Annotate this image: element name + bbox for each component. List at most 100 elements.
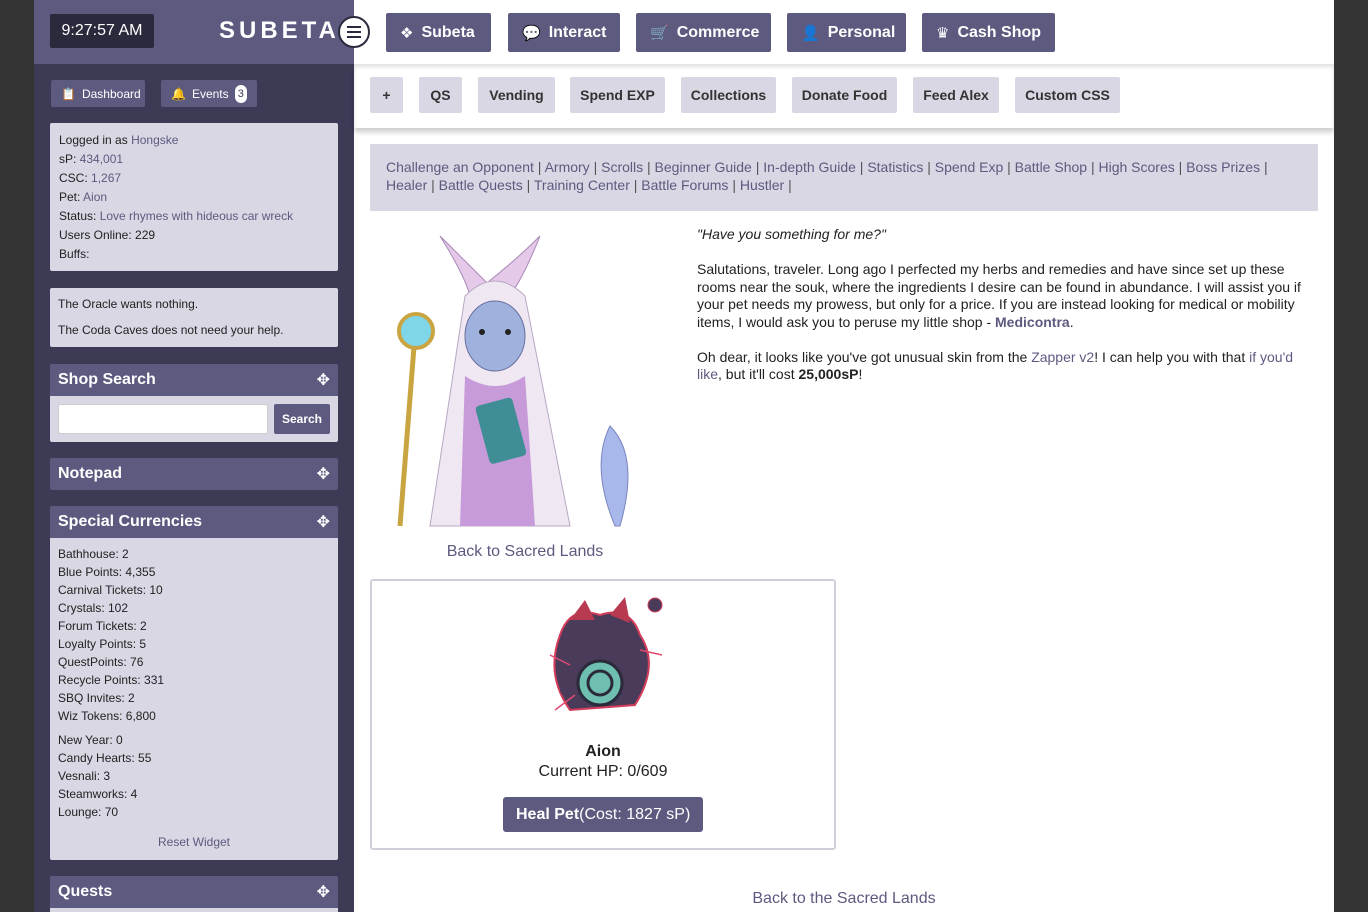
subnav-add-button[interactable]: + xyxy=(370,77,403,113)
subnav-feed-alex-button[interactable]: Feed Alex xyxy=(913,77,999,113)
chat-icon: 💬 xyxy=(522,24,541,42)
back-to-sacred-lands-link[interactable]: Back to Sacred Lands xyxy=(370,543,680,561)
subnav-collections-button[interactable]: Collections xyxy=(681,77,776,113)
hamburger-icon-line xyxy=(347,31,361,33)
sp-value-link[interactable]: 434,001 xyxy=(80,152,123,166)
subnav-vending-button[interactable]: Vending xyxy=(478,77,555,113)
csc-value-link[interactable]: 1,267 xyxy=(91,171,121,185)
skin-text-c: , but it'll cost xyxy=(718,366,799,382)
currency-item: QuestPoints: 76 xyxy=(58,655,144,669)
battle-link[interactable]: Healer xyxy=(386,177,427,193)
battle-link[interactable]: High Scores xyxy=(1098,159,1174,175)
currency-item: Recycle Points: 331 xyxy=(58,673,165,687)
quests-title: Quests xyxy=(58,883,113,900)
logged-in-label: Logged in as xyxy=(59,133,132,147)
battle-link[interactable]: In-depth Guide xyxy=(763,159,856,175)
crown-icon: ♛ xyxy=(936,24,950,42)
buffs-label: Buffs: xyxy=(59,247,90,261)
nav-commerce-button[interactable]: 🛒 Commerce xyxy=(636,13,771,52)
currency-item: Crystals: 102 xyxy=(58,601,129,615)
nav-cash-shop-button[interactable]: ♛ Cash Shop xyxy=(922,13,1055,52)
currency-item: New Year: 0 xyxy=(58,733,123,747)
hamburger-menu-button[interactable] xyxy=(338,16,370,48)
link-separator: | xyxy=(784,177,792,193)
battle-link[interactable]: Scrolls xyxy=(601,159,643,175)
csc-label: CSC: xyxy=(59,171,92,185)
compass-icon: ❖ xyxy=(400,24,414,42)
reset-widget-link[interactable]: Reset Widget xyxy=(50,835,338,849)
currency-item: Bathhouse: 2 xyxy=(58,547,129,561)
battle-link[interactable]: Boss Prizes xyxy=(1186,159,1260,175)
link-separator: | xyxy=(1260,159,1268,175)
quests-header[interactable]: Quests ✥ xyxy=(50,876,338,908)
bell-icon: 🔔 xyxy=(171,86,186,101)
shop-search-button[interactable]: Search xyxy=(274,404,330,434)
battle-link[interactable]: Statistics xyxy=(867,159,923,175)
heal-cost: (Cost: 1827 sP) xyxy=(579,805,691,823)
battle-link[interactable]: Armory xyxy=(545,159,590,175)
battle-link[interactable]: Beginner Guide xyxy=(655,159,752,175)
nav-personal-button[interactable]: 👤 Personal xyxy=(787,13,906,52)
events-label: Events xyxy=(191,86,229,101)
link-separator: | xyxy=(751,159,764,175)
site-logo[interactable]: SUBETA xyxy=(219,17,340,45)
sidebar-header: 9:27:57 AM SUBETA xyxy=(34,0,354,64)
nav-interact-button[interactable]: 💬 Interact xyxy=(508,13,620,52)
user-info-panel: Logged in as Hongske sP: 434,001 CSC: 1,… xyxy=(50,123,338,271)
events-button[interactable]: 🔔 Events 3 xyxy=(161,80,257,107)
pet-value-link[interactable]: Aion xyxy=(83,190,107,204)
currency-item: Forum Tickets: 2 xyxy=(58,619,147,633)
shop-search-input[interactable] xyxy=(58,404,268,434)
hamburger-icon-line xyxy=(347,36,361,38)
skin-text-b: ! I can help you with that xyxy=(1094,348,1250,365)
pet-hp: Current HP: 0/609 xyxy=(538,763,668,780)
currency-item: Wiz Tokens: 6,800 xyxy=(58,709,156,723)
battle-link[interactable]: Training Center xyxy=(534,177,630,193)
dashboard-button[interactable]: 📋 Dashboard xyxy=(51,80,145,107)
move-icon[interactable]: ✥ xyxy=(317,882,330,902)
nav-label: Cash Shop xyxy=(957,23,1042,41)
npc-skin-paragraph: Oh dear, it looks like you've got unusua… xyxy=(697,349,1317,384)
battle-link[interactable]: Spend Exp xyxy=(935,159,1004,175)
username-link[interactable]: Hongske xyxy=(131,133,178,147)
heal-pet-button[interactable]: Heal Pet (Cost: 1827 sP) xyxy=(503,797,704,832)
status-value-link[interactable]: Love rhymes with hideous car wreck xyxy=(100,209,293,223)
medicontra-link[interactable]: Medicontra xyxy=(995,314,1070,330)
top-nav: ❖ Subeta 💬 Interact 🛒 Commerce 👤 Persona… xyxy=(354,0,1334,64)
skin-text-d: ! xyxy=(858,366,863,382)
currency-list-main: Bathhouse: 2 Blue Points: 4,355 Carnival T… xyxy=(58,545,330,725)
notepad-header[interactable]: Notepad ✥ xyxy=(50,458,338,490)
pet-image xyxy=(549,597,663,712)
battle-link[interactable]: Battle Shop xyxy=(1015,159,1087,175)
link-separator: | xyxy=(533,159,545,175)
subnav-donate-food-button[interactable]: Donate Food xyxy=(792,77,897,113)
back-to-the-sacred-lands-link[interactable]: Back to the Sacred Lands xyxy=(354,890,1334,908)
move-icon[interactable]: ✥ xyxy=(317,512,330,532)
battle-link[interactable]: Battle Quests xyxy=(439,177,523,193)
users-online: Users Online: 229 xyxy=(59,228,156,242)
currency-item: Carnival Tickets: 10 xyxy=(58,583,163,597)
subnav-custom-css-button[interactable]: Custom CSS xyxy=(1015,77,1120,113)
move-icon[interactable]: ✥ xyxy=(317,464,330,484)
link-separator: | xyxy=(629,177,642,193)
pet-name: Aion xyxy=(585,743,621,760)
currency-item: SBQ Invites: 2 xyxy=(58,691,135,705)
currencies-title: Special Currencies xyxy=(58,513,203,530)
zapper-link[interactable]: Zapper v2 xyxy=(1031,349,1094,365)
battle-link[interactable]: Battle Forums xyxy=(641,177,728,193)
nav-subeta-button[interactable]: ❖ Subeta xyxy=(386,13,491,52)
sub-nav: + QS Vending Spend EXP Collections Donat… xyxy=(354,64,1334,128)
currencies-header[interactable]: Special Currencies ✥ xyxy=(50,506,338,538)
currency-item: Steamworks: 4 xyxy=(58,787,138,801)
battle-link[interactable]: Hustler xyxy=(740,177,784,193)
subnav-qs-button[interactable]: QS xyxy=(419,77,462,113)
sidebar: 9:27:57 AM SUBETA 📋 Dashboard 🔔 Events 3… xyxy=(34,0,354,912)
nav-label: Interact xyxy=(548,23,607,41)
battle-link[interactable]: Challenge an Opponent xyxy=(386,159,534,175)
coda-caves-notice: The Coda Caves does not need your help. xyxy=(58,323,284,337)
move-icon[interactable]: ✥ xyxy=(317,370,330,390)
clipboard-icon: 📋 xyxy=(61,86,76,101)
link-separator: | xyxy=(1174,159,1187,175)
shop-search-header[interactable]: Shop Search ✥ xyxy=(50,364,338,396)
subnav-spend-exp-button[interactable]: Spend EXP xyxy=(570,77,665,113)
